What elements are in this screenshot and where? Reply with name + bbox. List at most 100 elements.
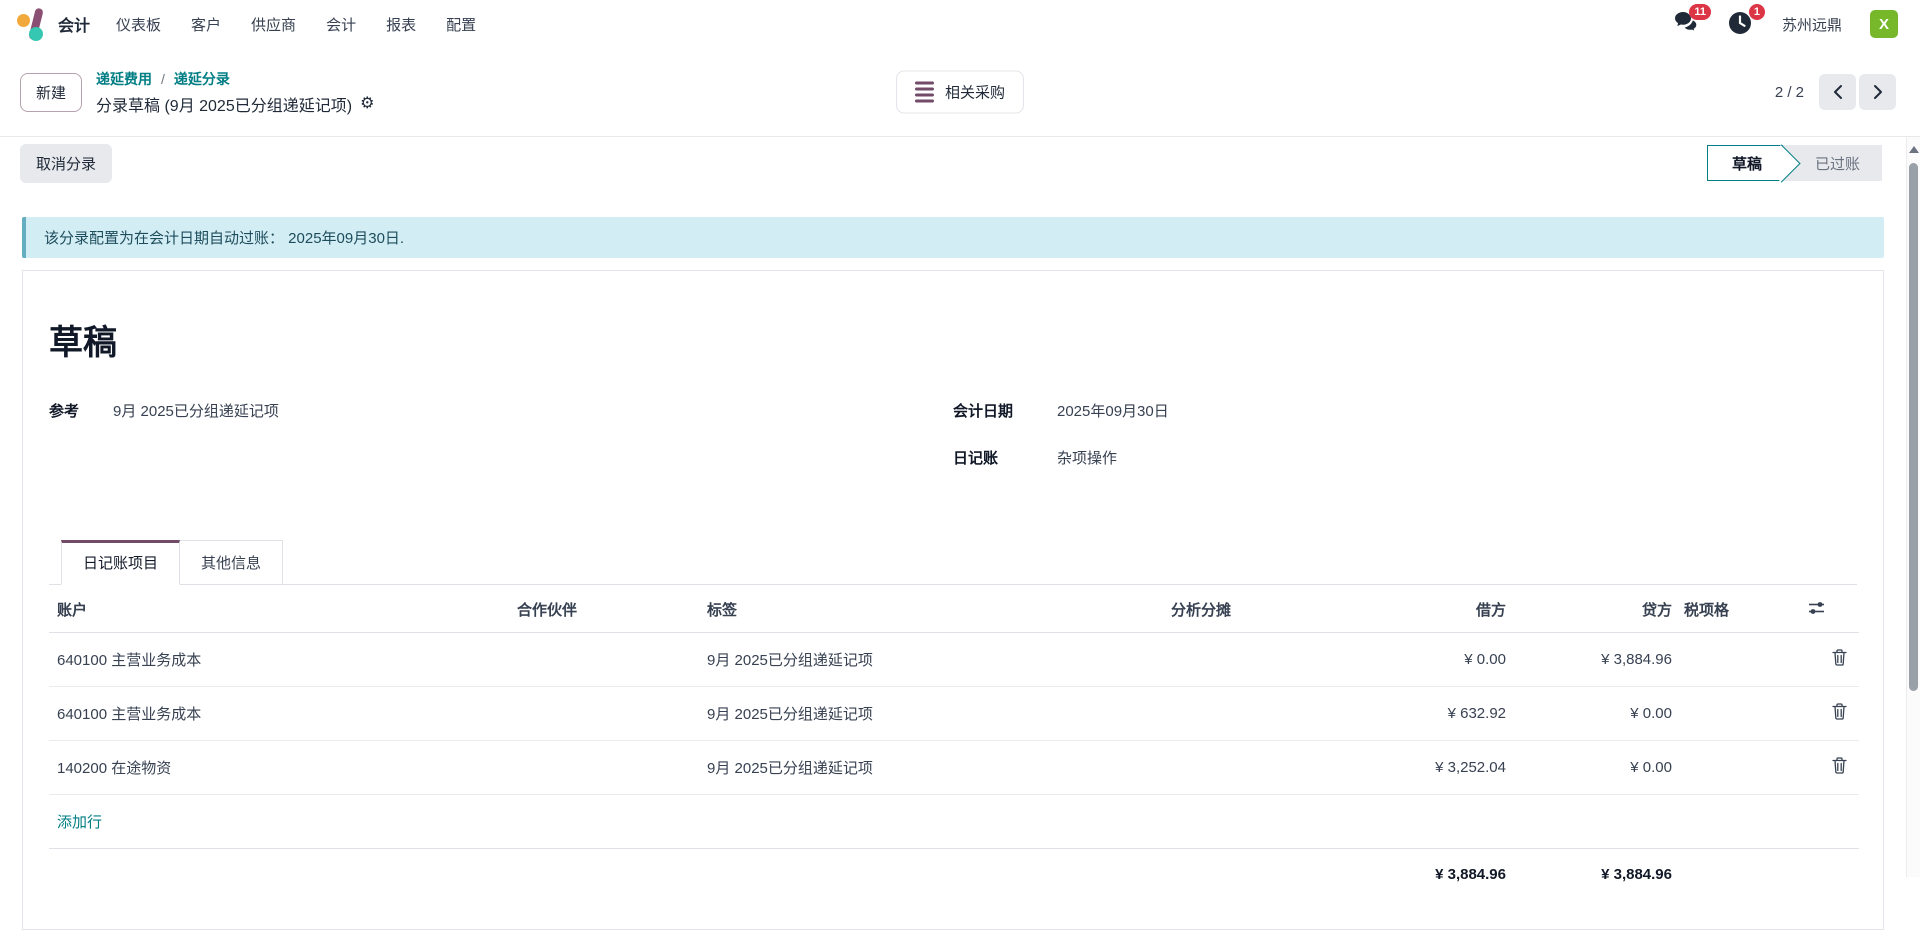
top-navbar: 会计 仪表板 客户 供应商 会计 报表 配置 11 1 苏州远鼎 X <box>0 0 1920 48</box>
accounting-date-value[interactable]: 2025年09月30日 <box>1057 400 1169 421</box>
cell-analytic[interactable] <box>1099 741 1239 795</box>
auto-post-info-banner: 该分录配置为在会计日期自动过账： 2025年09月30日. <box>22 217 1884 258</box>
nav-item-vendors[interactable]: 供应商 <box>251 14 296 35</box>
header-tax-grids[interactable]: 税项格 <box>1680 585 1800 633</box>
cell-debit[interactable]: ¥ 632.92 <box>1239 687 1514 741</box>
fields-right-column: 会计日期 2025年09月30日 日记账 杂项操作 <box>953 400 1857 494</box>
total-credit: ¥ 3,884.96 <box>1514 849 1680 901</box>
header-optional-columns[interactable] <box>1800 585 1859 633</box>
header-partner[interactable]: 合作伙伴 <box>509 585 699 633</box>
auto-post-info-text: 该分录配置为在会计日期自动过账： 2025年09月30日. <box>44 227 404 248</box>
total-debit: ¥ 3,884.96 <box>1239 849 1514 901</box>
cell-account[interactable]: 140200 在途物资 <box>49 741 509 795</box>
journal-value[interactable]: 杂项操作 <box>1057 447 1117 468</box>
breadcrumb-separator: / <box>161 71 165 87</box>
header-debit[interactable]: 借方 <box>1239 585 1514 633</box>
messages-button[interactable]: 11 <box>1674 11 1700 37</box>
navbar-systray: 11 1 苏州远鼎 X <box>1674 10 1904 38</box>
form-statusbar: 取消分录 草稿 已过账 <box>0 137 1906 189</box>
trash-icon <box>1832 757 1847 774</box>
company-switcher[interactable]: 苏州远鼎 <box>1782 14 1842 35</box>
breadcrumb-link-deferral-entries[interactable]: 递延分录 <box>174 69 230 89</box>
control-panel: 新建 递延费用 / 递延分录 分录草稿 (9月 2025已分组递延记项) ⚙ 相… <box>0 48 1920 137</box>
cell-debit[interactable]: ¥ 0.00 <box>1239 633 1514 687</box>
activities-button[interactable]: 1 <box>1728 11 1754 37</box>
cell-account[interactable]: 640100 主营业务成本 <box>49 687 509 741</box>
nav-item-reporting[interactable]: 报表 <box>386 14 416 35</box>
cell-tax-grids[interactable] <box>1680 687 1800 741</box>
tab-other-info[interactable]: 其他信息 <box>180 540 283 584</box>
header-credit[interactable]: 贷方 <box>1514 585 1680 633</box>
cell-label[interactable]: 9月 2025已分组递延记项 <box>699 687 1099 741</box>
nav-item-customers[interactable]: 客户 <box>191 14 221 35</box>
activities-count-badge: 1 <box>1749 4 1765 20</box>
related-purchases-label: 相关采购 <box>945 82 1005 103</box>
delete-row-button[interactable] <box>1832 757 1847 774</box>
trash-icon <box>1832 649 1847 666</box>
gear-icon[interactable]: ⚙ <box>360 96 374 112</box>
clock-icon <box>1728 11 1752 35</box>
header-account[interactable]: 账户 <box>49 585 509 633</box>
table-row[interactable]: 640100 主营业务成本 9月 2025已分组递延记项 ¥ 0.00 ¥ 3,… <box>49 633 1859 687</box>
delete-row-button[interactable] <box>1832 649 1847 666</box>
table-header-row: 账户 合作伙伴 标签 分析分摊 借方 贷方 税项格 <box>49 585 1859 633</box>
breadcrumb-link-deferred-expense[interactable]: 递延费用 <box>96 69 152 89</box>
user-avatar[interactable]: X <box>1870 10 1898 38</box>
cell-label[interactable]: 9月 2025已分组递延记项 <box>699 633 1099 687</box>
header-analytic[interactable]: 分析分摊 <box>1099 585 1239 633</box>
pager-previous-button[interactable] <box>1819 74 1856 110</box>
tab-journal-items[interactable]: 日记账项目 <box>61 540 180 585</box>
header-label[interactable]: 标签 <box>699 585 1099 633</box>
stage-draft[interactable]: 草稿 <box>1707 145 1783 181</box>
nav-item-configuration[interactable]: 配置 <box>446 14 476 35</box>
add-line-row: 添加行 <box>49 795 1859 849</box>
breadcrumb-active-record: 分录草稿 (9月 2025已分组递延记项) <box>96 92 352 116</box>
odoo-accounting-logo-icon[interactable] <box>16 7 46 41</box>
pager-counter: 2 / 2 <box>1775 84 1804 101</box>
vertical-scrollbar[interactable] <box>1906 137 1920 877</box>
app-menu-accounting[interactable]: 会计 <box>58 12 90 36</box>
scrollbar-thumb[interactable] <box>1909 163 1918 691</box>
totals-row: ¥ 3,884.96 ¥ 3,884.96 <box>49 849 1859 901</box>
journal-items-table: 账户 合作伙伴 标签 分析分摊 借方 贷方 税项格 <box>49 585 1859 900</box>
scroll-up-arrow-icon[interactable] <box>1909 146 1919 153</box>
cell-partner[interactable] <box>509 633 699 687</box>
related-purchases-button[interactable]: 相关采购 <box>896 71 1024 114</box>
stage-ribbon: 草稿 已过账 <box>1707 145 1882 181</box>
form-sheet: 草稿 参考 9月 2025已分组递延记项 会计日期 2025年09月30日 日记… <box>22 270 1884 930</box>
reference-label: 参考 <box>49 400 113 421</box>
delete-row-button[interactable] <box>1832 703 1847 720</box>
cell-credit[interactable]: ¥ 3,884.96 <box>1514 633 1680 687</box>
chevron-left-icon <box>1832 84 1844 100</box>
cell-analytic[interactable] <box>1099 633 1239 687</box>
cell-debit[interactable]: ¥ 3,252.04 <box>1239 741 1514 795</box>
table-row[interactable]: 640100 主营业务成本 9月 2025已分组递延记项 ¥ 632.92 ¥ … <box>49 687 1859 741</box>
nav-item-dashboard[interactable]: 仪表板 <box>116 14 161 35</box>
fields-left-column: 参考 9月 2025已分组递延记项 <box>49 400 953 494</box>
cell-partner[interactable] <box>509 687 699 741</box>
cell-partner[interactable] <box>509 741 699 795</box>
reference-value[interactable]: 9月 2025已分组递延记项 <box>113 400 279 421</box>
pager-next-button[interactable] <box>1859 74 1896 110</box>
notebook-tabs: 日记账项目 其他信息 <box>49 540 1857 585</box>
journal-label: 日记账 <box>953 447 1057 468</box>
add-line-link[interactable]: 添加行 <box>57 814 102 831</box>
nav-item-accounting[interactable]: 会计 <box>326 14 356 35</box>
cell-tax-grids[interactable] <box>1680 741 1800 795</box>
chevron-right-icon <box>1872 84 1884 100</box>
cell-credit[interactable]: ¥ 0.00 <box>1514 741 1680 795</box>
trash-icon <box>1832 703 1847 720</box>
cell-analytic[interactable] <box>1099 687 1239 741</box>
cell-credit[interactable]: ¥ 0.00 <box>1514 687 1680 741</box>
new-button[interactable]: 新建 <box>20 73 82 112</box>
accounting-date-label: 会计日期 <box>953 400 1057 421</box>
cell-label[interactable]: 9月 2025已分组递延记项 <box>699 741 1099 795</box>
cell-account[interactable]: 640100 主营业务成本 <box>49 633 509 687</box>
messages-count-badge: 11 <box>1689 4 1711 20</box>
list-bars-icon <box>915 82 934 103</box>
cancel-entry-button[interactable]: 取消分录 <box>20 144 112 183</box>
cell-tax-grids[interactable] <box>1680 633 1800 687</box>
table-row[interactable]: 140200 在途物资 9月 2025已分组递延记项 ¥ 3,252.04 ¥ … <box>49 741 1859 795</box>
record-title[interactable]: 草稿 <box>49 315 1857 364</box>
breadcrumb: 递延费用 / 递延分录 分录草稿 (9月 2025已分组递延记项) ⚙ <box>96 69 374 116</box>
